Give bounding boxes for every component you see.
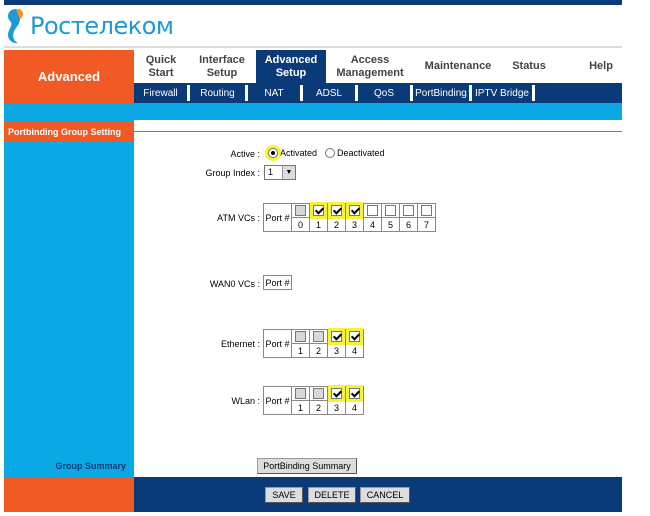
port-cell	[327, 329, 346, 344]
activated-radio[interactable]	[268, 148, 278, 158]
active-label: Active :	[230, 149, 260, 159]
deactivated-label: Deactivated	[337, 148, 385, 158]
group-index-label: Group Index :	[205, 168, 260, 178]
port-number: 0	[291, 217, 310, 232]
port-cell	[345, 203, 364, 218]
divider	[134, 131, 622, 132]
port-cell	[345, 329, 364, 344]
port-checkbox[interactable]	[349, 388, 360, 400]
port-checkbox[interactable]	[349, 205, 360, 217]
tab-interface-setup[interactable]: Interface Setup	[188, 50, 256, 83]
save-button[interactable]: SAVE	[265, 487, 303, 503]
port-number: 4	[363, 217, 382, 232]
port-checkbox[interactable]	[403, 205, 414, 217]
delete-button[interactable]: DELETE	[308, 487, 356, 503]
tab-access-management[interactable]: Access Management	[330, 50, 410, 83]
port-cell	[417, 203, 436, 218]
top-bar	[4, 0, 622, 5]
rostelecom-logo-icon	[8, 9, 24, 44]
section-title: Portbinding Group Setting	[4, 122, 134, 142]
port-cell	[291, 386, 310, 401]
port-checkbox	[313, 388, 324, 400]
wlan-label: WLan :	[231, 396, 260, 406]
group-index-select[interactable]: 1 ▼	[264, 165, 296, 180]
left-column	[4, 103, 134, 477]
cancel-button[interactable]: CANCEL	[360, 487, 410, 503]
ethernet-ports-table: Port #1 2 3 4	[263, 329, 364, 358]
port-header: Port #	[263, 203, 292, 232]
port-number: 3	[327, 343, 346, 358]
activated-label: Activated	[280, 148, 318, 158]
port-cell	[345, 386, 364, 401]
port-cell	[363, 203, 382, 218]
port-cell	[327, 386, 346, 401]
subnav-portbinding[interactable]: PortBinding	[413, 85, 472, 101]
port-number: 3	[345, 217, 364, 232]
divider	[4, 46, 622, 48]
port-cell	[381, 203, 400, 218]
port-checkbox	[295, 205, 306, 217]
accent-bar	[134, 103, 622, 120]
port-number: 4	[345, 343, 364, 358]
deactivated-radio[interactable]	[325, 148, 336, 158]
port-number: 4	[345, 400, 364, 415]
tab-maintenance[interactable]: Maintenance	[418, 50, 498, 83]
wan0-vcs-label: WAN0 VCs :	[209, 279, 260, 289]
port-number: 6	[399, 217, 418, 232]
port-number: 5	[381, 217, 400, 232]
port-number: 2	[309, 343, 328, 358]
subnav-qos[interactable]: QoS	[358, 85, 413, 101]
port-number: 7	[417, 217, 436, 232]
logo: Ростелеком	[4, 6, 174, 46]
port-cell	[291, 329, 310, 344]
port-header: Port #	[263, 386, 292, 415]
port-checkbox[interactable]	[331, 331, 342, 343]
port-header: Port #	[263, 275, 292, 290]
port-checkbox[interactable]	[349, 331, 360, 343]
tab-status[interactable]: Status	[502, 50, 556, 83]
port-number: 2	[327, 217, 346, 232]
port-checkbox[interactable]	[367, 205, 378, 217]
port-checkbox[interactable]	[385, 205, 396, 217]
port-checkbox[interactable]	[313, 205, 324, 217]
atm-ports-table: Port #0 1 2 3 4 5 6 7	[263, 203, 436, 232]
side-title: Advanced	[4, 50, 134, 103]
ethernet-label: Ethernet :	[220, 339, 260, 349]
port-number: 1	[291, 400, 310, 415]
subnav-firewall[interactable]: Firewall	[134, 85, 190, 101]
tab-advanced-setup[interactable]: Advanced Setup	[256, 50, 326, 83]
port-checkbox[interactable]	[331, 205, 342, 217]
port-checkbox[interactable]	[331, 388, 342, 400]
subnav-routing[interactable]: Routing	[190, 85, 248, 101]
subnav-adsl[interactable]: ADSL	[303, 85, 358, 101]
portbinding-summary-button[interactable]: PortBinding Summary	[257, 458, 357, 474]
tab-help[interactable]: Help	[580, 50, 622, 83]
port-cell	[309, 386, 328, 401]
port-number: 1	[291, 343, 310, 358]
port-cell	[309, 329, 328, 344]
subnav-iptv-bridge[interactable]: IPTV Bridge	[472, 85, 535, 101]
port-cell	[327, 203, 346, 218]
footer-left	[4, 477, 134, 512]
port-number: 3	[327, 400, 346, 415]
port-checkbox	[295, 331, 306, 343]
port-number: 2	[309, 400, 328, 415]
tab-quick-start[interactable]: Quick Start	[134, 50, 188, 83]
wan0-ports-table: Port #	[263, 275, 292, 290]
port-checkbox	[313, 331, 324, 343]
port-checkbox[interactable]	[421, 205, 432, 217]
group-summary-label: Group Summary	[55, 461, 126, 471]
subnav-nat[interactable]: NAT	[248, 85, 303, 101]
chevron-down-icon: ▼	[282, 166, 295, 179]
port-cell	[399, 203, 418, 218]
port-number: 1	[309, 217, 328, 232]
atm-vcs-label: ATM VCs :	[217, 213, 260, 223]
port-cell	[309, 203, 328, 218]
wlan-ports-table: Port #1 2 3 4	[263, 386, 364, 415]
port-header: Port #	[263, 329, 292, 358]
port-checkbox	[295, 388, 306, 400]
port-cell	[291, 203, 310, 218]
